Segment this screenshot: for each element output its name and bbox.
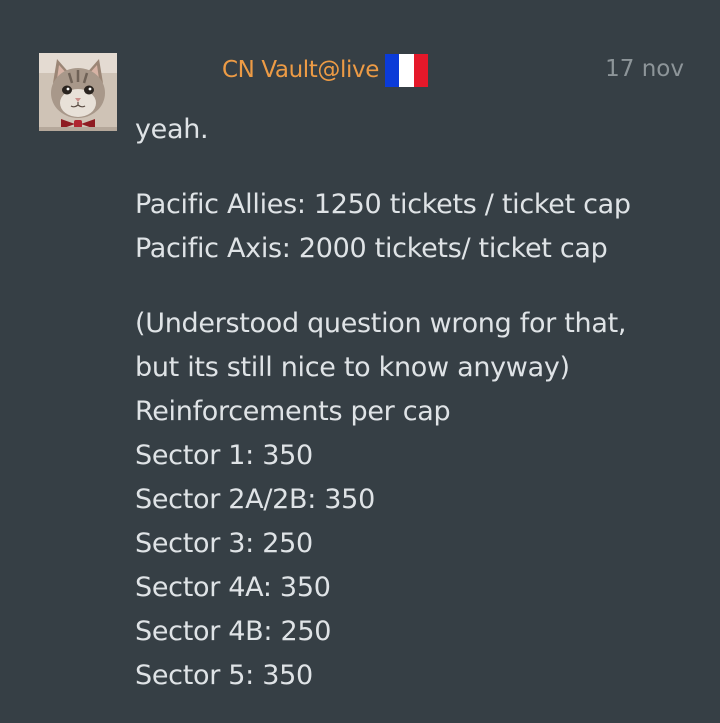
sector-line: Sector 4B: 250 xyxy=(135,616,332,647)
message-body: yeah. Pacific Allies: 1250 tickets / tic… xyxy=(135,108,695,698)
sector-line: Sector 5: 350 xyxy=(135,660,313,691)
note-line: but its still nice to know anyway) xyxy=(135,352,570,383)
reinforcements-heading: Reinforcements per cap xyxy=(135,396,451,427)
intro-line: yeah. xyxy=(135,114,209,145)
message-author[interactable]: CN Vault@live xyxy=(222,53,428,87)
message-timestamp: 17 nov xyxy=(605,56,684,82)
tickets-line: Pacific Allies: 1250 tickets / ticket ca… xyxy=(135,189,631,220)
tickets-line: Pacific Axis: 2000 tickets/ ticket cap xyxy=(135,233,608,264)
sector-line: Sector 4A: 350 xyxy=(135,572,331,603)
user-avatar[interactable] xyxy=(39,53,117,131)
sector-line: Sector 2A/2B: 350 xyxy=(135,484,375,515)
chat-message: CN Vault@live 17 nov yeah. Pacific Allie… xyxy=(0,0,720,723)
author-name[interactable]: CN Vault@live xyxy=(222,57,379,83)
sector-line: Sector 3: 250 xyxy=(135,528,313,559)
cat-avatar-icon xyxy=(39,53,117,131)
france-flag-icon xyxy=(384,53,428,87)
note-line: (Understood question wrong for that, xyxy=(135,308,627,339)
sector-line: Sector 1: 350 xyxy=(135,440,313,471)
